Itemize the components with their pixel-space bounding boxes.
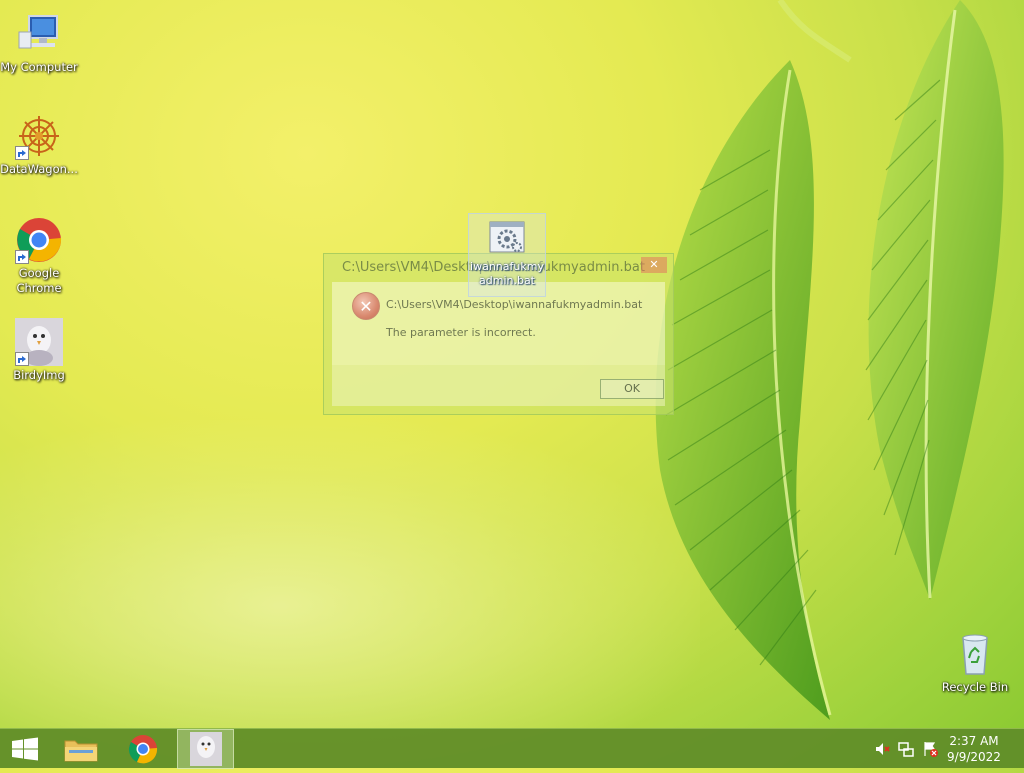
dragged-file-label: iwannafukmyadmin.bat xyxy=(470,260,544,287)
dialog-path: C:\Users\VM4\Desktop\iwannafukmyadmin.ba… xyxy=(386,298,643,311)
clock-date: 9/9/2022 xyxy=(947,750,1001,764)
taskbar-chrome[interactable] xyxy=(117,729,169,769)
dragged-file-iwannafukmyadmin[interactable]: iwannafukmyadmin.bat xyxy=(468,213,546,297)
computer-icon xyxy=(15,10,63,58)
shortcut-arrow-icon xyxy=(15,250,29,264)
chrome-icon xyxy=(128,735,158,764)
datawagon-icon xyxy=(15,112,63,160)
desktop-icon-label: BirdyImg xyxy=(13,368,65,382)
birdyimg-icon xyxy=(190,732,222,766)
recycle-bin-icon xyxy=(951,630,999,678)
chrome-icon xyxy=(15,216,63,264)
desktop-icon-label: Recycle Bin xyxy=(941,680,1009,694)
desktop: My Computer DataWagon... Google Chrome B… xyxy=(0,0,1024,728)
taskbar-file-explorer[interactable] xyxy=(55,729,107,769)
desktop-icon-label: Google Chrome xyxy=(16,266,62,295)
dialog-footer: OK xyxy=(332,365,665,406)
error-icon: ✕ xyxy=(352,292,380,320)
desktop-icon-birdyimg[interactable]: BirdyImg xyxy=(0,318,79,383)
desktop-icon-label: My Computer xyxy=(0,60,78,74)
desktop-icon-datawagon[interactable]: DataWagon... xyxy=(0,112,79,177)
desktop-icon-google-chrome[interactable]: Google Chrome xyxy=(0,216,79,296)
volume-muted-icon[interactable] xyxy=(874,741,890,757)
taskbar: 2:37 AM 9/9/2022 xyxy=(0,728,1024,769)
clock-time: 2:37 AM xyxy=(949,734,999,748)
shortcut-arrow-icon xyxy=(15,146,29,160)
close-button[interactable]: ✕ xyxy=(641,257,667,273)
system-clock[interactable]: 2:37 AM 9/9/2022 xyxy=(944,733,1004,765)
file-explorer-icon xyxy=(64,740,98,762)
dialog-message: The parameter is incorrect. xyxy=(386,326,536,339)
start-button[interactable] xyxy=(0,729,52,769)
desktop-icon-recycle-bin[interactable]: Recycle Bin xyxy=(935,630,1015,695)
birdyimg-icon xyxy=(15,318,63,366)
desktop-icon-my-computer[interactable]: My Computer xyxy=(0,10,79,75)
network-icon[interactable] xyxy=(898,741,914,757)
action-center-icon[interactable] xyxy=(922,741,938,757)
batch-file-icon xyxy=(487,220,527,256)
shortcut-arrow-icon xyxy=(15,352,29,366)
ok-button[interactable]: OK xyxy=(600,379,664,399)
windows-logo-icon xyxy=(12,737,38,761)
desktop-icon-label: DataWagon... xyxy=(0,162,78,176)
taskbar-birdyimg[interactable] xyxy=(177,729,234,769)
